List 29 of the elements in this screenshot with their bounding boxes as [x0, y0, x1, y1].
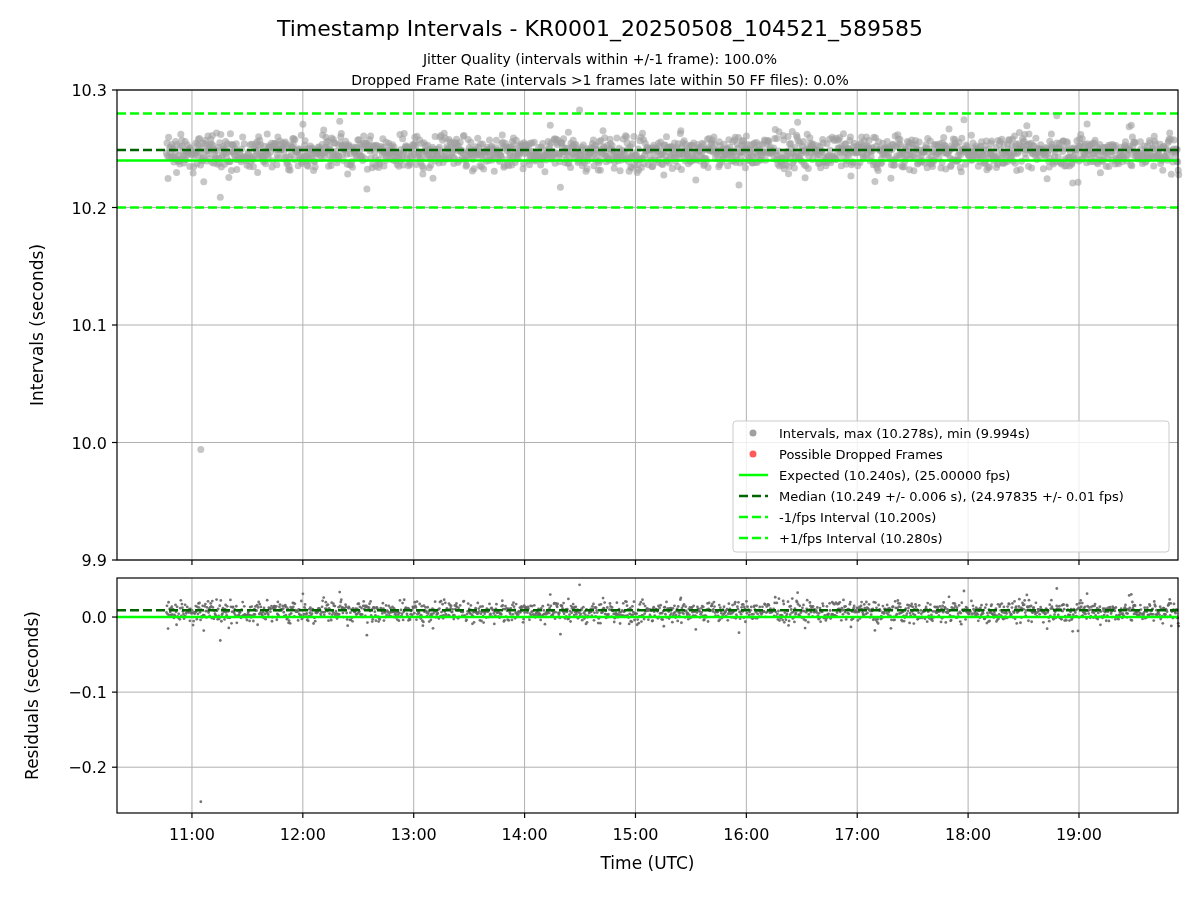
tick-label: 10.1	[71, 316, 107, 335]
axis-label: Residuals (seconds)	[22, 611, 42, 780]
tick-label: 17:00	[834, 825, 881, 844]
legend-label: +1/fps Interval (10.280s)	[779, 530, 943, 546]
legend-label: Expected (10.240s), (25.00000 fps)	[779, 467, 1011, 483]
tick-label: 10.0	[71, 433, 107, 453]
tick-label: 18:00	[945, 825, 992, 844]
tick-label: 10.3	[71, 81, 107, 100]
tick-label: 9.9	[81, 551, 107, 570]
axis-label: Intervals (seconds)	[27, 243, 47, 407]
legend-label: Intervals, max (10.278s), min (9.994s)	[779, 425, 1030, 441]
tick-label: 0.0	[81, 608, 107, 628]
tick-label: −0.2	[68, 758, 107, 778]
tick-label: −0.1	[68, 683, 107, 703]
legend-label: Possible Dropped Frames	[779, 446, 943, 462]
chart-title: Timestamp Intervals - KR0001_20250508_104521_589585	[276, 16, 924, 41]
chart-subtitle: Jitter Quality (intervals within +/-1 frame): 100.0%	[422, 51, 778, 67]
tick-label: 14:00	[501, 825, 548, 844]
legend-label: Median (10.249 +/- 0.006 s), (24.97835 +/- 0.01 fps)	[779, 488, 1124, 504]
tick-label: 16:00	[723, 825, 770, 844]
tick-label: 12:00	[279, 825, 326, 844]
tick-label: 15:00	[612, 825, 659, 844]
axis-label: Time (UTC)	[600, 853, 695, 873]
tick-label: 11:00	[168, 825, 215, 844]
legend-label: -1/fps Interval (10.200s)	[779, 509, 937, 525]
tick-label: 10.2	[71, 198, 107, 218]
tick-label: 19:00	[1055, 825, 1103, 844]
chart-subtitle: Dropped Frame Rate (intervals >1 frames late within 50 FF files): 0.0%	[351, 72, 849, 88]
tick-label: 13:00	[390, 825, 437, 844]
